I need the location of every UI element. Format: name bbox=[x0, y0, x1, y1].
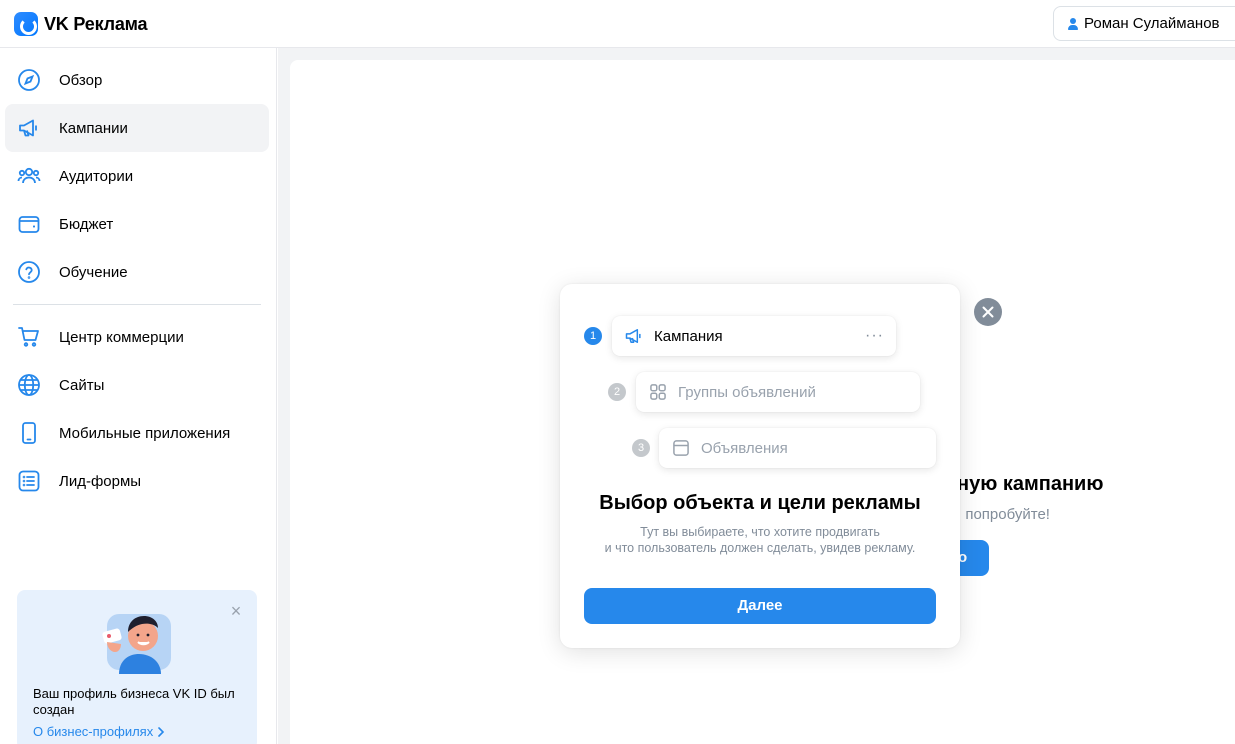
sidebar-item-learning[interactable]: Обучение bbox=[5, 248, 269, 296]
sidebar-item-sites[interactable]: Сайты bbox=[5, 361, 269, 409]
onboarding-modal: 1 Кампания ··· 2 Группы объявлений 3 Объ… bbox=[560, 284, 960, 648]
cart-icon bbox=[17, 325, 41, 349]
top-bar: VK Реклама Роман Сулайманов bbox=[0, 0, 1235, 48]
business-profile-promo: × Ваш профиль бизнеса VK ID был создан О… bbox=[17, 590, 257, 744]
phone-icon bbox=[17, 421, 41, 445]
sidebar-item-label: Кампании bbox=[59, 119, 128, 137]
sidebar: Обзор Кампании Аудитории Бюджет Обучение… bbox=[0, 48, 277, 744]
sidebar-item-label: Обучение bbox=[59, 263, 128, 281]
person-illustration-icon bbox=[102, 614, 171, 674]
app-title: VK Реклама bbox=[44, 13, 148, 34]
close-icon bbox=[982, 306, 994, 318]
step-number-1: 1 bbox=[584, 327, 602, 345]
step-label: Объявления bbox=[701, 439, 788, 457]
modal-description: Тут вы выбираете, что хотите продвигать … bbox=[560, 524, 960, 556]
sidebar-item-label: Бюджет bbox=[59, 215, 114, 233]
step-card-ads: Объявления bbox=[659, 428, 936, 468]
promo-text: Ваш профиль бизнеса VK ID был создан bbox=[33, 686, 235, 717]
chevron-right-icon bbox=[158, 726, 165, 737]
step-number-2: 2 bbox=[608, 383, 626, 401]
promo-link[interactable]: О бизнес-профилях bbox=[33, 724, 165, 739]
step-card-campaign: Кампания ··· bbox=[612, 316, 896, 356]
next-button[interactable]: Далее bbox=[584, 588, 936, 624]
empty-state-subtitle: , попробуйте! bbox=[957, 506, 1050, 523]
compass-icon bbox=[17, 68, 41, 92]
step-label: Кампания bbox=[654, 327, 723, 345]
modal-description-line-2: и что пользователь должен сделать, увиде… bbox=[604, 541, 916, 555]
sidebar-item-budget[interactable]: Бюджет bbox=[5, 200, 269, 248]
sidebar-item-commerce[interactable]: Центр коммерции bbox=[5, 313, 269, 361]
sidebar-item-label: Мобильные приложения bbox=[59, 424, 231, 442]
step-label: Группы объявлений bbox=[678, 383, 816, 401]
sidebar-item-overview[interactable]: Обзор bbox=[5, 56, 269, 104]
step-number-3: 3 bbox=[632, 439, 650, 457]
users-icon bbox=[17, 164, 41, 188]
sidebar-item-label: Лид-формы bbox=[59, 472, 142, 490]
sidebar-divider bbox=[13, 304, 261, 305]
wallet-icon bbox=[17, 212, 41, 236]
modal-description-line-1: Тут вы выбираете, что хотите продвигать bbox=[640, 525, 880, 539]
grid-icon bbox=[650, 384, 666, 400]
ad-icon bbox=[673, 440, 689, 456]
modal-title: Выбор объекта и цели рекламы bbox=[599, 492, 921, 514]
sidebar-item-audiences[interactable]: Аудитории bbox=[5, 152, 269, 200]
modal-close-button[interactable] bbox=[974, 298, 1002, 326]
promo-close-icon[interactable]: × bbox=[229, 602, 243, 620]
sidebar-item-campaigns[interactable]: Кампании bbox=[5, 104, 269, 152]
promo-link-label: О бизнес-профилях bbox=[33, 724, 154, 739]
vk-logo-icon bbox=[14, 12, 38, 36]
megaphone-icon bbox=[625, 329, 641, 343]
sidebar-item-label: Центр коммерции bbox=[59, 328, 184, 346]
globe-icon bbox=[17, 373, 41, 397]
empty-state-title: ную кампанию bbox=[957, 473, 1104, 495]
step-card-ad-groups: Группы объявлений bbox=[636, 372, 920, 412]
question-icon bbox=[17, 260, 41, 284]
sidebar-item-mobile-apps[interactable]: Мобильные приложения bbox=[5, 409, 269, 457]
user-menu-button[interactable]: Роман Сулайманов bbox=[1053, 6, 1235, 41]
sidebar-item-label: Обзор bbox=[59, 71, 103, 89]
logo[interactable]: VK Реклама bbox=[14, 12, 148, 36]
list-icon bbox=[17, 469, 41, 493]
user-name: Роман Сулайманов bbox=[1084, 15, 1220, 32]
megaphone-icon bbox=[17, 116, 41, 140]
sidebar-item-label: Сайты bbox=[59, 376, 105, 394]
sidebar-item-lead-forms[interactable]: Лид-формы bbox=[5, 457, 269, 505]
sidebar-item-label: Аудитории bbox=[59, 167, 134, 185]
user-icon bbox=[1068, 17, 1078, 30]
more-icon: ··· bbox=[865, 327, 884, 344]
